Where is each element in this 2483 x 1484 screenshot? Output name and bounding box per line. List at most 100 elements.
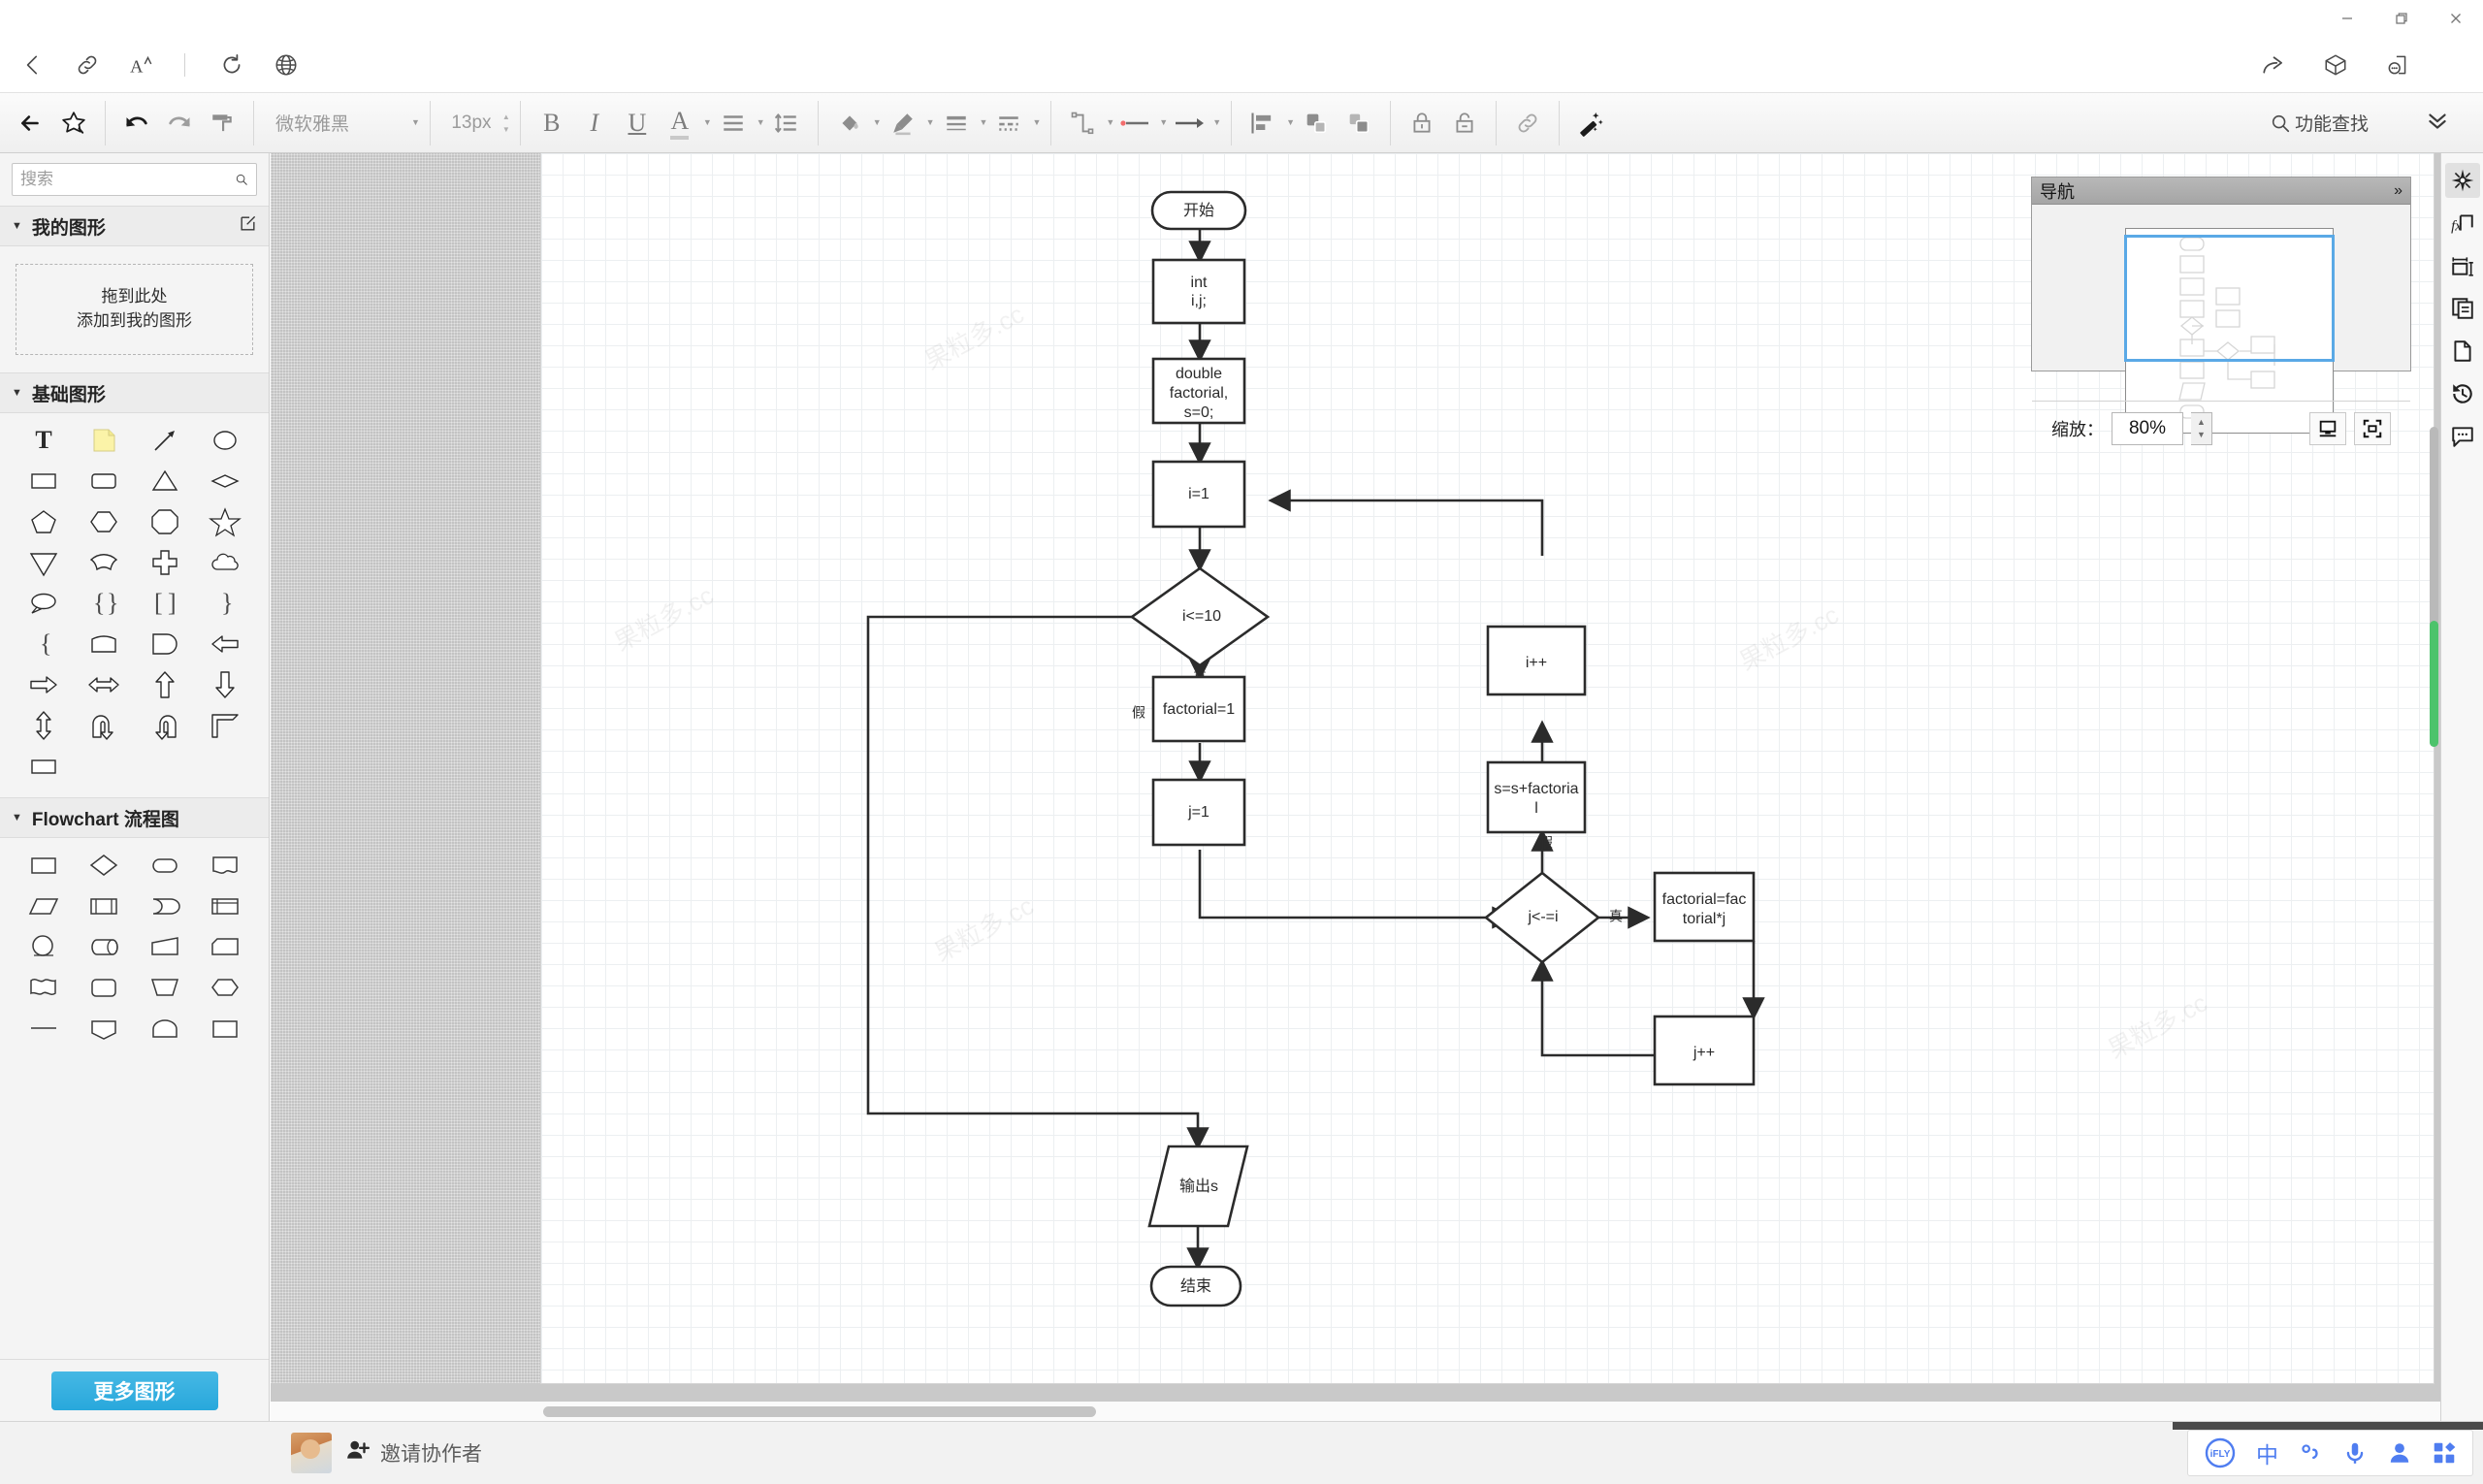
zoom-value[interactable]: 80%	[2112, 411, 2183, 445]
shape-speech-bubble[interactable]	[14, 584, 74, 623]
section-basic-shapes-header[interactable]: ▼ 基础图形	[0, 372, 269, 413]
fill-color-button[interactable]	[828, 102, 871, 145]
my-shapes-dropzone[interactable]: 拖到此处 添加到我的图形	[16, 264, 253, 355]
shape-arrow-line[interactable]	[135, 421, 195, 460]
shape-note[interactable]	[74, 421, 134, 460]
layers-icon[interactable]	[2445, 291, 2480, 326]
flow-process-alt[interactable]	[195, 1009, 255, 1048]
history-icon[interactable]	[2445, 376, 2480, 411]
back-icon[interactable]	[12, 44, 54, 86]
flow-process[interactable]	[14, 846, 74, 885]
comment-page-icon[interactable]	[2376, 44, 2419, 86]
line-spacing-button[interactable]	[765, 102, 808, 145]
shape-pentagon[interactable]	[14, 502, 74, 541]
shape-search-box[interactable]	[12, 163, 257, 196]
shape-down-arrow[interactable]	[195, 665, 255, 704]
line-weight-button[interactable]	[935, 102, 978, 145]
navigator-icon[interactable]	[2444, 163, 2480, 198]
canvas-scroll-thumb[interactable]	[2430, 621, 2438, 747]
ime-punctuation-button[interactable]	[2298, 1440, 2323, 1466]
shape-cloud[interactable]	[195, 543, 255, 582]
send-back-button[interactable]	[1338, 102, 1380, 145]
fill-chevron-icon[interactable]: ▼	[873, 118, 882, 127]
shape-rectangle[interactable]	[14, 462, 74, 500]
refresh-icon[interactable]	[210, 44, 253, 86]
connector-button[interactable]	[1061, 102, 1104, 145]
line-color-chevron-icon[interactable]: ▼	[926, 118, 935, 127]
search-input[interactable]	[20, 170, 235, 189]
minimize-button[interactable]	[2320, 0, 2374, 37]
undo-icon[interactable]	[115, 102, 158, 145]
flow-terminator[interactable]	[135, 846, 195, 885]
flow-preparation[interactable]	[74, 968, 134, 1007]
flow-offpage-connector[interactable]	[74, 1009, 134, 1048]
unlock-button[interactable]	[1443, 102, 1486, 145]
flow-predefined-process[interactable]	[74, 887, 134, 925]
line-color-button[interactable]	[882, 102, 924, 145]
page-icon[interactable]	[2445, 334, 2480, 369]
more-shapes-button[interactable]: 更多图形	[50, 1371, 218, 1410]
font-color-button[interactable]: A	[659, 102, 701, 145]
font-family-select[interactable]: 微软雅黑	[264, 104, 409, 143]
line-style-button[interactable]	[987, 102, 1030, 145]
shape-u-turn-arrow[interactable]	[74, 706, 134, 745]
shape-star[interactable]	[195, 502, 255, 541]
fit-page-button[interactable]	[2309, 411, 2346, 445]
arrow-style-button[interactable]	[1168, 102, 1210, 145]
flow-internal-storage[interactable]	[195, 887, 255, 925]
format-painter-icon[interactable]	[201, 102, 243, 145]
ifly-logo-icon[interactable]: iFLY	[2204, 1436, 2237, 1469]
flow-connector-circle[interactable]	[14, 927, 74, 966]
flow-merge-hexagon[interactable]	[195, 968, 255, 1007]
italic-button[interactable]: I	[573, 102, 616, 145]
node-decl-1[interactable]	[1151, 258, 1246, 325]
size-position-icon[interactable]	[2445, 248, 2480, 283]
flow-display[interactable]	[135, 1009, 195, 1048]
shape-half-round[interactable]	[135, 625, 195, 663]
avatar[interactable]	[291, 1433, 332, 1473]
navigator-title-bar[interactable]: 导航 »	[2032, 177, 2410, 205]
shape-left-arrow[interactable]	[195, 625, 255, 663]
underline-button[interactable]: U	[616, 102, 659, 145]
maximize-button[interactable]	[2374, 0, 2429, 37]
toolbar-expand-icon[interactable]	[2425, 108, 2450, 139]
apps-icon[interactable]	[2432, 1440, 2457, 1466]
flow-direct-access-storage[interactable]	[74, 927, 134, 966]
shape-bracket-pair[interactable]: []	[135, 584, 195, 623]
flow-document[interactable]	[195, 846, 255, 885]
magic-star-icon[interactable]	[52, 102, 95, 145]
align-distribute-button[interactable]	[1242, 102, 1284, 145]
text-align-button[interactable]	[712, 102, 755, 145]
hyperlink-button[interactable]	[1506, 102, 1549, 145]
comment-icon[interactable]	[2445, 419, 2480, 454]
invite-collaborator-button[interactable]: 邀请协作者	[345, 1437, 482, 1468]
shape-diamond[interactable]	[195, 462, 255, 500]
shape-right-brace[interactable]: }	[195, 584, 255, 623]
shape-scroll-area[interactable]: T {} []} {▼ Flowchart 流程图	[0, 413, 269, 1359]
shape-hexagon[interactable]	[74, 502, 134, 541]
shape-rounded-rectangle[interactable]	[74, 462, 134, 500]
flow-multi-document[interactable]	[14, 968, 74, 1007]
bring-front-button[interactable]	[1295, 102, 1338, 145]
share-icon[interactable]	[2252, 44, 2295, 86]
align-chevron-icon[interactable]: ▼	[1286, 118, 1295, 127]
shape-bent-arrow[interactable]	[135, 706, 195, 745]
line-weight-chevron-icon[interactable]: ▼	[980, 118, 988, 127]
line-style-chevron-icon[interactable]: ▼	[1032, 118, 1041, 127]
font-size-stepper[interactable]: ▲ ▼	[502, 113, 510, 134]
flow-manual-operation[interactable]	[135, 968, 195, 1007]
microphone-icon[interactable]	[2342, 1440, 2368, 1466]
shape-brace-pair[interactable]: {}	[74, 584, 134, 623]
shape-triangle[interactable]	[135, 462, 195, 500]
bold-button[interactable]: B	[531, 102, 573, 145]
flow-card[interactable]	[195, 927, 255, 966]
flow-manual-input[interactable]	[135, 927, 195, 966]
section-my-shapes-header[interactable]: ▼ 我的图形	[0, 206, 269, 246]
lock-button[interactable]	[1401, 102, 1443, 145]
feature-search-button[interactable]: 功能查找	[2270, 110, 2369, 136]
redo-icon[interactable]	[158, 102, 201, 145]
text-align-chevron-icon[interactable]: ▼	[757, 118, 765, 127]
edit-icon[interactable]	[239, 214, 257, 239]
shape-up-down-arrow[interactable]	[14, 706, 74, 745]
ime-mode-button[interactable]: 中	[2256, 1436, 2278, 1469]
